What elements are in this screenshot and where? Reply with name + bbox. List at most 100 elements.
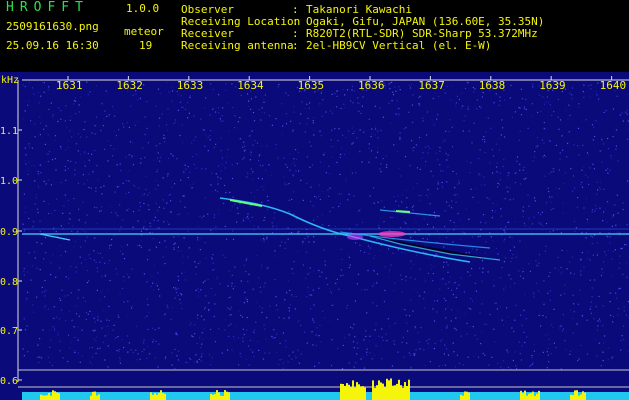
noise-speck [288, 210, 290, 212]
noise-speck [585, 119, 587, 121]
noise-speck [439, 278, 441, 280]
noise-speck [501, 319, 503, 321]
activity-bar [578, 395, 580, 400]
noise-speck [306, 252, 308, 254]
noise-speck [23, 193, 25, 195]
noise-speck [320, 135, 322, 137]
noise-speck [377, 130, 379, 132]
noise-speck [201, 343, 203, 345]
activity-bar [374, 388, 376, 400]
noise-speck [302, 240, 304, 242]
noise-speck [229, 191, 231, 193]
noise-speck [250, 205, 252, 207]
noise-speck [542, 351, 544, 353]
noise-speck [346, 307, 348, 309]
noise-speck [42, 329, 44, 331]
noise-speck [491, 148, 493, 151]
noise-speck [239, 116, 241, 119]
noise-speck [489, 314, 491, 316]
noise-speck [622, 202, 624, 204]
noise-speck [101, 193, 103, 195]
noise-speck [577, 145, 579, 147]
noise-speck [378, 335, 380, 337]
noise-speck [527, 127, 529, 129]
noise-speck [609, 242, 611, 244]
noise-speck [602, 305, 604, 307]
noise-speck [598, 98, 600, 100]
noise-speck [180, 250, 182, 252]
noise-speck [602, 351, 604, 353]
noise-speck [495, 247, 497, 249]
noise-speck [532, 160, 534, 162]
noise-speck [198, 358, 200, 360]
noise-speck [246, 299, 248, 301]
noise-speck [620, 349, 622, 351]
noise-speck [284, 299, 286, 301]
noise-speck [158, 327, 160, 329]
noise-speck [589, 167, 591, 169]
noise-speck [411, 206, 413, 208]
noise-speck [484, 252, 486, 254]
noise-speck [318, 287, 320, 289]
noise-speck [445, 317, 447, 319]
noise-speck [262, 237, 265, 240]
noise-speck [191, 142, 193, 144]
noise-speck [224, 319, 226, 321]
noise-speck [379, 169, 381, 171]
noise-speck [569, 350, 572, 352]
noise-speck [60, 255, 62, 257]
noise-speck [191, 187, 193, 189]
noise-speck [268, 164, 270, 166]
noise-speck [448, 205, 450, 207]
noise-speck [246, 257, 248, 259]
noise-speck [357, 97, 359, 99]
noise-speck [361, 161, 363, 163]
noise-speck [39, 122, 42, 124]
activity-bar [396, 383, 398, 400]
noise-speck [246, 216, 249, 218]
activity-bar [220, 395, 222, 400]
noise-speck [430, 170, 432, 172]
noise-speck [540, 223, 542, 225]
noise-speck [50, 184, 52, 186]
x-tick-label: 1635 [298, 79, 325, 92]
noise-speck [229, 209, 232, 212]
noise-speck [445, 130, 447, 132]
noise-speck [28, 146, 30, 148]
noise-speck [353, 90, 355, 92]
noise-speck [359, 209, 361, 211]
noise-speck [533, 344, 535, 346]
noise-speck [479, 149, 481, 151]
noise-speck [594, 210, 596, 212]
noise-speck [443, 261, 445, 263]
noise-speck [389, 88, 391, 90]
noise-speck [401, 291, 403, 293]
noise-speck [117, 314, 119, 316]
noise-speck [54, 139, 56, 141]
noise-speck [209, 139, 211, 141]
app-version: 1.0.0 [126, 2, 160, 15]
noise-speck [581, 252, 583, 254]
noise-speck [38, 186, 40, 188]
noise-speck [203, 129, 205, 131]
noise-speck [119, 250, 121, 252]
noise-speck [64, 169, 66, 171]
noise-speck [587, 176, 589, 178]
noise-speck [415, 144, 417, 146]
noise-speck [52, 114, 54, 116]
noise-speck [486, 116, 488, 119]
noise-speck [543, 103, 546, 105]
noise-speck [237, 337, 240, 339]
noise-speck [252, 331, 254, 333]
app-title: HROFFT [6, 0, 89, 15]
noise-speck [250, 154, 252, 156]
noise-speck [75, 143, 78, 145]
noise-speck [44, 295, 46, 297]
noise-speck [222, 120, 224, 122]
noise-speck [322, 99, 324, 101]
noise-speck [146, 127, 148, 129]
noise-speck [583, 84, 585, 86]
noise-speck [410, 366, 412, 368]
noise-speck [100, 320, 102, 322]
noise-speck [113, 234, 115, 236]
